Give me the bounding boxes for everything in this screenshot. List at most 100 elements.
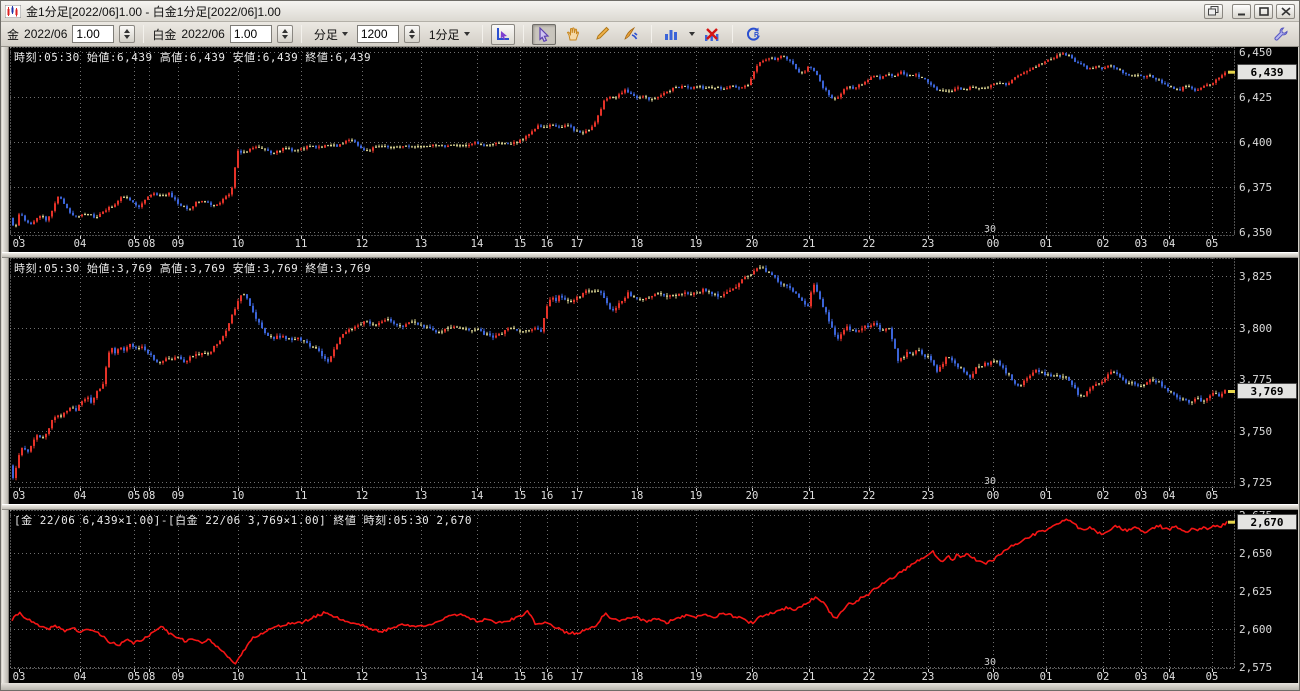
price-tick-label: 6,350 [1239,226,1273,239]
pan-hand-tool-button[interactable] [561,24,585,45]
bar-type-dropdown[interactable]: 分足 [310,25,352,44]
time-tick-label: 05 [127,671,141,683]
time-tick-label: 11 [294,238,308,250]
svg-text:30: 30 [984,657,996,668]
platinum-chart-pane: 30 時刻:05:30 始値:3,769 高値:3,769 安値:3,769 終… [2,258,1298,504]
bar-count-spinner[interactable] [403,25,420,43]
time-tick-label: 04 [73,671,87,683]
platinum-ohlc-readout: 時刻:05:30 始値:3,769 高値:3,769 安値:3,769 終値:3… [14,262,372,275]
reload-chart-button[interactable]: R [741,24,765,45]
time-tick-label: 01 [1039,671,1053,683]
time-tick-label: 19 [689,490,703,502]
minimize-button[interactable] [1232,3,1251,19]
time-tick-label: 17 [570,671,584,683]
time-tick-label: 04 [1162,238,1176,250]
time-tick-label: 05 [1205,671,1219,683]
time-tick-label: 21 [802,490,816,502]
chevron-down-icon [341,32,348,36]
time-tick-label: 01 [1039,238,1053,250]
maximize-button[interactable] [1254,3,1273,19]
pencil-draw-tool-button[interactable] [590,24,614,45]
wrench-settings-icon [1274,27,1288,41]
toolbar-separator [731,25,733,43]
gold-platinum-spread-svg: 30 [10,510,1235,669]
pane-handle[interactable] [2,510,9,685]
time-tick-label: 10 [231,671,245,683]
remove-indicator-button[interactable] [700,24,724,45]
time-tick-label: 19 [689,238,703,250]
time-tick-label: 05 [127,238,141,250]
last-price-badge: 2,670 [1237,514,1297,530]
toolbar-separator [650,25,652,43]
time-tick-label: 04 [73,238,87,250]
close-button[interactable] [1276,3,1295,19]
bar-chart-icon [665,30,678,40]
time-tick-label: 05 [1205,238,1219,250]
bar-count-input[interactable] [356,25,399,43]
cascade-windows-button[interactable] [1204,3,1223,19]
select-arrow-tool-button[interactable] [531,23,556,45]
platinum-plot-area[interactable]: 30 [10,258,1235,488]
price-tick-label: 6,450 [1239,47,1273,59]
price-tick-label: 3,725 [1239,476,1273,489]
titlebar: 金1分足[2022/06]1.00 - 白金1分足[2022/06]1.00 [1,1,1299,22]
time-tick-label: 05 [1205,490,1219,502]
time-tick-label: 13 [414,671,428,683]
pen-tool-button[interactable] [619,24,643,45]
time-tick-label: 05 [127,490,141,502]
time-tick-label: 00 [986,671,1000,683]
svg-text:30: 30 [984,476,996,487]
time-tick-label: 23 [921,671,935,683]
time-tick-label: 14 [470,490,484,502]
price-tick-label: 3,825 [1239,270,1273,283]
time-tick-label: 23 [921,490,935,502]
spread-plot-area[interactable]: 30 [10,510,1235,669]
price-tick-label: 2,650 [1239,547,1273,560]
time-tick-label: 21 [802,238,816,250]
time-tick-label: 04 [1162,490,1176,502]
toolbar-separator [300,25,302,43]
spread-chart-pane: 30 [金 22/06 6,439×1.00]-[白金 22/06 3,769×… [2,510,1298,685]
svg-text:R: R [754,32,759,39]
time-tick-label: 20 [745,490,759,502]
pane-handle[interactable] [2,47,9,252]
time-tick-label: 14 [470,238,484,250]
gold-plot-area[interactable]: 30 [10,47,1235,236]
time-tick-label: 09 [171,238,185,250]
time-tick-label: 13 [414,490,428,502]
time-tick-label: 16 [540,490,554,502]
reload-icon: R [746,27,760,41]
time-tick-label: 15 [513,238,527,250]
time-tick-label: 22 [862,671,876,683]
time-tick-label: 04 [73,490,87,502]
time-tick-label: 18 [630,490,644,502]
pane-handle[interactable] [2,258,9,504]
platinum-ratio-spinner[interactable] [276,25,293,43]
settings-wrench-button[interactable] [1269,24,1293,45]
time-tick-label: 10 [231,490,245,502]
time-tick-label: 15 [513,671,527,683]
time-tick-label: 01 [1039,490,1053,502]
price-tick-label: 2,575 [1239,661,1273,674]
time-tick-label: 03 [1134,490,1148,502]
platinum-price-axis: 3,825 3,800 3,775 3,750 3,725 3,769 [1236,258,1298,504]
toolbar-separator [481,25,483,43]
price-tick-label: 6,375 [1239,181,1273,194]
gold-ratio-spinner[interactable] [119,25,136,43]
chart-cursor-tool-button[interactable] [490,23,515,45]
indicator-chart-button[interactable] [660,24,684,45]
chevron-down-icon [463,32,470,36]
price-tick-label: 6,400 [1239,136,1273,149]
pencil-draw-icon [595,26,609,40]
time-tick-label: 12 [355,490,369,502]
time-tick-label: 02 [1096,671,1110,683]
interval-dropdown[interactable]: 1分足 [425,25,474,44]
time-tick-label: 08 [142,671,156,683]
platinum-ratio-input[interactable] [229,25,272,43]
time-tick-label: 16 [540,238,554,250]
time-tick-label: 08 [142,490,156,502]
gold-ratio-input[interactable] [72,25,115,43]
indicator-dropdown[interactable] [688,32,695,36]
time-tick-label: 18 [630,671,644,683]
spread-price-axis: 2,6752,6502,6252,6002,5752,670 [1236,510,1298,685]
